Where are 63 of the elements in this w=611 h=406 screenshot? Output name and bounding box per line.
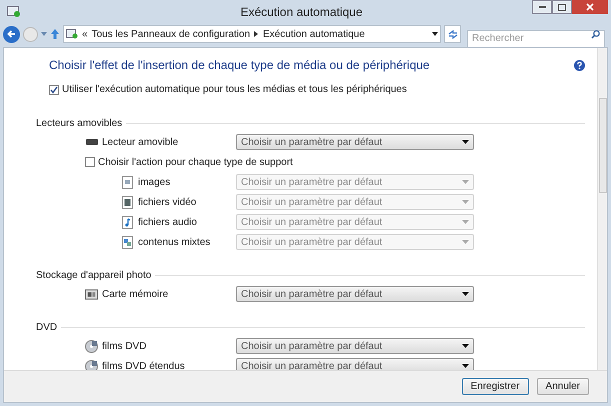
section-title: DVD (35, 320, 58, 334)
checkbox-label: Choisir l'action pour chaque type de support (98, 156, 293, 170)
image-file-icon (122, 176, 133, 188)
section-title: Lecteurs amovibles (35, 116, 122, 130)
memory-card-icon (85, 288, 98, 300)
media-type-label: images (138, 176, 170, 190)
mixed-file-icon (122, 236, 133, 248)
search-icon (591, 30, 600, 39)
media-type-label: fichiers vidéo (138, 196, 196, 210)
dialog-button[interactable]: Annuler (536, 378, 589, 395)
default-action-dropdown[interactable]: Choisir un paramètre par défaut (236, 286, 474, 302)
media-type-label: Lecteur amovible (102, 136, 178, 150)
drive-icon (86, 139, 98, 145)
refresh-icon (448, 30, 458, 38)
checkbox-label: Utiliser l'exécution automatique pour tous les médias et tous les périphériques (62, 83, 407, 97)
minimize-button[interactable] (532, 0, 552, 14)
default-action-dropdown[interactable]: Choisir un paramètre par défaut (236, 134, 474, 150)
search-field[interactable]: Rechercher (467, 30, 605, 48)
checkmark-icon (50, 86, 58, 94)
caret-icon (462, 364, 469, 368)
disc-icon (85, 340, 98, 352)
section-title: Stockage d'appareil photo (35, 268, 152, 282)
history-caret-icon (41, 32, 47, 36)
dialog-button[interactable]: Enregistrer (462, 378, 529, 395)
media-type-label: contenus mixtes (138, 236, 210, 250)
caret-icon (462, 220, 469, 224)
caret-icon (462, 200, 469, 204)
breadcrumb-arrow-icon (254, 31, 258, 37)
music-file-icon (122, 216, 133, 228)
restore-icon (558, 4, 566, 10)
address-bar[interactable]: « Tous les Panneaux de configuration Exécution automatique (63, 25, 441, 43)
window-title: Exécution automatique (239, 4, 364, 20)
autoplay-icon (66, 29, 78, 39)
breadcrumb-link[interactable]: Tous les Panneaux de configuration (92, 26, 250, 42)
close-button[interactable] (572, 0, 608, 14)
close-icon (586, 3, 594, 11)
help-icon (574, 60, 585, 70)
caret-icon (462, 140, 469, 144)
caret-icon (462, 344, 469, 348)
media-type-label: Carte mémoire (102, 288, 168, 302)
scrollbar-thumb[interactable] (598, 98, 606, 193)
up-arrow-icon (50, 28, 60, 40)
refresh-button[interactable] (444, 25, 461, 43)
page-heading: Choisir l'effet de l'insertion de chaque type de média ou de périphérique (48, 57, 430, 74)
scrollbar[interactable] (597, 48, 607, 370)
back-button[interactable] (3, 26, 20, 42)
caret-icon (462, 292, 469, 296)
dropdown-caret-icon (432, 32, 438, 36)
autoplay-icon (7, 6, 21, 18)
breadcrumb-link[interactable]: Exécution automatique (263, 26, 365, 42)
video-file-icon (122, 196, 133, 208)
caret-icon (462, 180, 469, 184)
checkbox[interactable] (49, 84, 59, 94)
maximize-button[interactable] (552, 0, 572, 14)
back-arrow-icon (7, 30, 16, 38)
caret-icon (462, 240, 469, 244)
minimize-icon (538, 6, 546, 8)
media-type-label: films DVD étendus (102, 360, 185, 370)
media-type-label: fichiers audio (138, 216, 197, 230)
media-type-label: films DVD (102, 340, 146, 354)
breadcrumb-overflow[interactable]: « (82, 26, 88, 42)
default-action-dropdown[interactable]: Choisir un paramètre par défaut (236, 338, 474, 354)
checkbox[interactable] (85, 157, 95, 167)
